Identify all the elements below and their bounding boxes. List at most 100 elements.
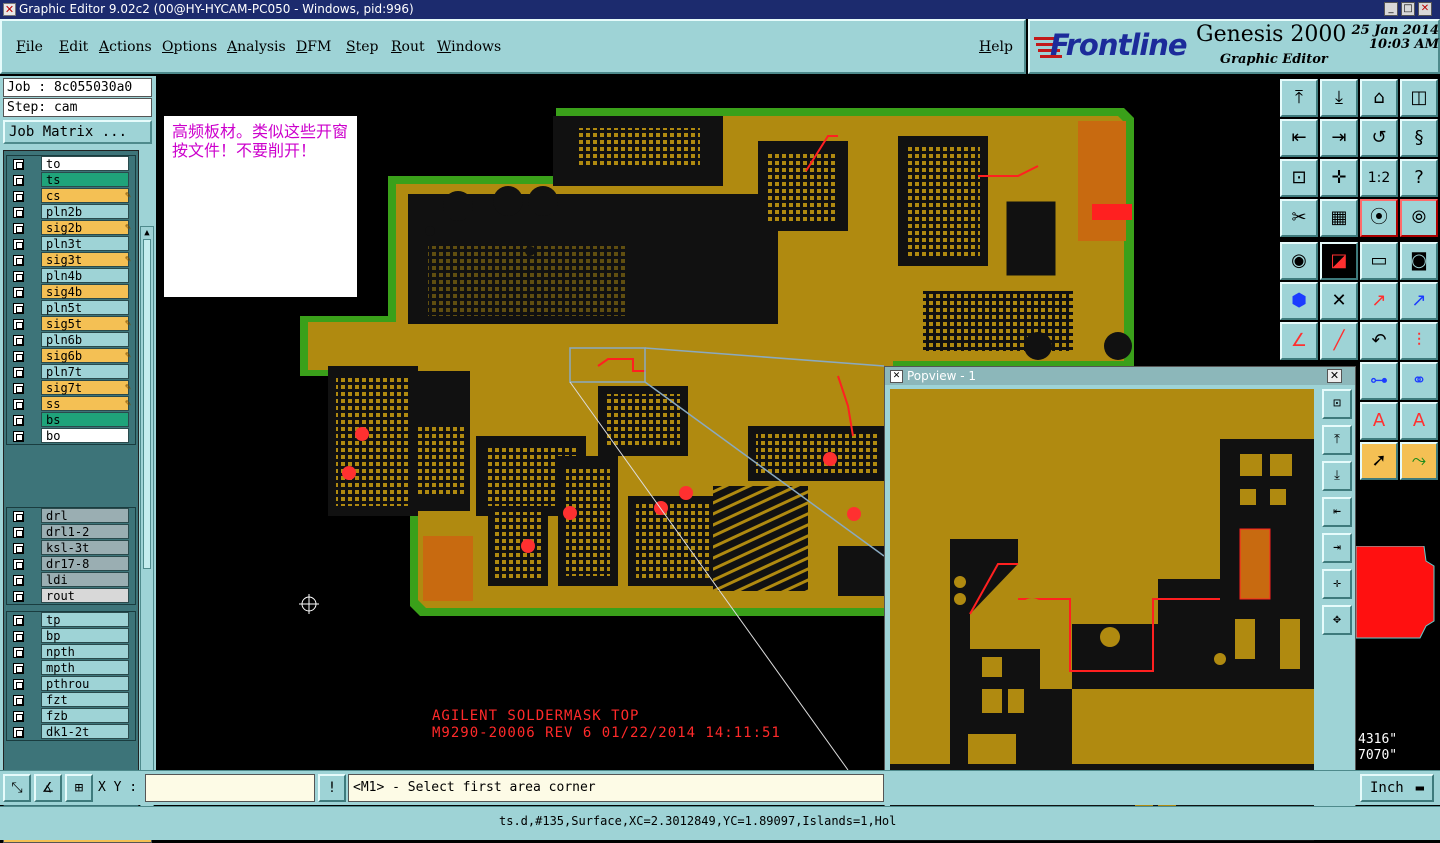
maximize-icon[interactable]: □ <box>1401 2 1415 16</box>
layer-checkbox[interactable] <box>13 335 24 346</box>
close-icon[interactable]: ✕ <box>1418 2 1432 16</box>
layer-checkbox[interactable] <box>13 647 24 658</box>
minimize-icon[interactable]: _ <box>1384 2 1398 16</box>
layer-row[interactable]: sig4b <box>7 284 135 300</box>
measure-icon[interactable]: ✂ <box>1280 199 1318 237</box>
layer-checkbox[interactable] <box>13 399 24 410</box>
layer-row[interactable]: pln2b <box>7 204 135 220</box>
layer-row[interactable]: sig2b ✎ <box>7 220 135 236</box>
layer-checkbox[interactable] <box>13 367 24 378</box>
scroll-thumb[interactable] <box>143 239 151 569</box>
layer-name[interactable]: pln3t <box>41 236 129 251</box>
popview-zoom-fit-icon[interactable]: ⊡ <box>1322 389 1352 419</box>
layer-checkbox[interactable] <box>13 175 24 186</box>
units-select[interactable]: Inch ▬ <box>1360 774 1434 802</box>
layer-checkbox[interactable] <box>13 695 24 706</box>
layer-name[interactable]: to <box>41 156 129 171</box>
layer-name[interactable]: dk1-2t <box>41 724 129 739</box>
layer-name[interactable]: bp <box>41 628 129 643</box>
popview-up-icon[interactable]: ⤒ <box>1322 425 1352 455</box>
home-icon[interactable]: ⌂ <box>1360 79 1398 117</box>
layer-checkbox[interactable] <box>13 679 24 690</box>
layer-checkbox[interactable] <box>13 255 24 266</box>
zoom-down-icon[interactable]: ⤓ <box>1320 79 1358 117</box>
layer-row[interactable]: ts <box>7 172 135 188</box>
grid-icon[interactable]: ▦ <box>1320 199 1358 237</box>
popview-title-bar[interactable]: ✕ Popview - 1 ✕ <box>885 367 1355 385</box>
layer-row[interactable]: to <box>7 156 135 172</box>
window-split-icon[interactable]: ◫ <box>1400 79 1438 117</box>
menu-edit[interactable]: Edit <box>59 39 88 55</box>
layer-name[interactable]: tp <box>41 612 129 627</box>
menu-options[interactable]: Options <box>162 39 217 55</box>
layer-checkbox[interactable] <box>13 527 24 538</box>
layer-row[interactable]: bp <box>7 628 135 644</box>
dimension-icon[interactable]: ⊶ <box>1360 362 1398 400</box>
zoom-up-icon[interactable]: ⤒ <box>1280 79 1318 117</box>
draw-line-icon[interactable]: ◪ <box>1320 242 1358 280</box>
pan-right-icon[interactable]: ⇥ <box>1320 119 1358 157</box>
layer-name[interactable]: bo <box>41 428 129 443</box>
layer-row[interactable]: ss ✎ <box>7 396 135 412</box>
layer-checkbox[interactable] <box>13 383 24 394</box>
arrow-red-icon[interactable]: ↗ <box>1360 282 1398 320</box>
layer-row[interactable]: pln4b <box>7 268 135 284</box>
menu-step[interactable]: Step <box>346 39 378 55</box>
menu-dfm[interactable]: DFM <box>296 39 331 55</box>
layer-row[interactable]: mpth <box>7 660 135 676</box>
menu-rout[interactable]: Rout <box>391 39 425 55</box>
layer-row[interactable]: sig7t ✎ <box>7 380 135 396</box>
net-highlight-icon[interactable]: ⦾ <box>1400 199 1438 237</box>
layer-name[interactable]: pln5t <box>41 300 129 315</box>
popview-left-icon[interactable]: ⇤ <box>1322 497 1352 527</box>
layer-row[interactable]: fzb <box>7 708 135 724</box>
layer-checkbox[interactable] <box>13 615 24 626</box>
layer-name[interactable]: ss <box>41 396 129 411</box>
component-icon[interactable]: ⚭ <box>1400 362 1438 400</box>
popview-center-icon[interactable]: ✛ <box>1322 569 1352 599</box>
job-matrix-button[interactable]: Job Matrix ... <box>3 120 152 144</box>
layer-name[interactable]: bs <box>41 412 129 427</box>
pointer-icon[interactable]: ➚ <box>1360 442 1398 480</box>
rotate-icon[interactable]: ↺ <box>1360 119 1398 157</box>
layer-checkbox[interactable] <box>13 591 24 602</box>
layer-name[interactable]: fzb <box>41 708 129 723</box>
arrow-blue-icon[interactable]: ↗ <box>1400 282 1438 320</box>
layer-checkbox[interactable] <box>13 575 24 586</box>
layer-name[interactable]: rout <box>41 588 129 603</box>
layer-row[interactable]: sig3t ✎ <box>7 252 135 268</box>
layer-row[interactable]: drl1-2 <box>7 524 135 540</box>
alert-icon[interactable]: ! <box>318 774 346 802</box>
connect-icon[interactable]: ⬢ <box>1280 282 1318 320</box>
layer-checkbox[interactable] <box>13 319 24 330</box>
layer-row[interactable]: pln3t <box>7 236 135 252</box>
snap-a-icon[interactable]: A <box>1360 402 1398 440</box>
scroll-up-icon[interactable]: ▲ <box>142 228 152 238</box>
layer-checkbox[interactable] <box>13 303 24 314</box>
layer-scrollbar[interactable]: ▲ ▼ <box>140 226 154 820</box>
layer-checkbox[interactable] <box>13 239 24 250</box>
layer-checkbox[interactable] <box>13 543 24 554</box>
layer-checkbox[interactable] <box>13 351 24 362</box>
layer-name[interactable]: drl1-2 <box>41 524 129 539</box>
layer-name[interactable]: sig4b <box>41 284 129 299</box>
ruler-icon[interactable]: ▭ <box>1360 242 1398 280</box>
layer-checkbox[interactable] <box>13 663 24 674</box>
center-icon[interactable]: ✛ <box>1320 159 1358 197</box>
layer-row[interactable]: tp <box>7 612 135 628</box>
layer-checkbox[interactable] <box>13 631 24 642</box>
undo-icon[interactable]: ↶ <box>1360 322 1398 360</box>
layer-row[interactable]: pthrou <box>7 676 135 692</box>
net-select-icon[interactable]: ⦿ <box>1360 199 1398 237</box>
layer-row[interactable]: ldi <box>7 572 135 588</box>
route-icon[interactable]: ⤳ <box>1400 442 1438 480</box>
layer-name[interactable]: sig2b <box>41 220 129 235</box>
popview-down-icon[interactable]: ⤓ <box>1322 461 1352 491</box>
layer-row[interactable]: rout <box>7 588 135 604</box>
layer-name[interactable]: ts <box>41 172 129 187</box>
pan-left-icon[interactable]: ⇤ <box>1280 119 1318 157</box>
layer-row[interactable]: bo <box>7 428 135 444</box>
layer-name[interactable]: drl <box>41 508 129 523</box>
layer-name[interactable]: sig7t <box>41 380 129 395</box>
scale-1-2-icon[interactable]: 1:2 <box>1360 159 1398 197</box>
